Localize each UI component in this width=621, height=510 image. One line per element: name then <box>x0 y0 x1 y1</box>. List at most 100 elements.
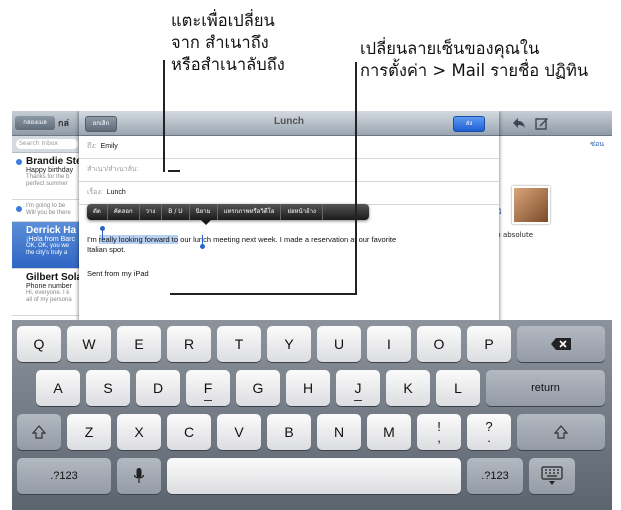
space-bar[interactable] <box>167 458 461 494</box>
key-b[interactable]: B <box>267 414 311 450</box>
key-question-period[interactable]: ? . <box>467 414 511 450</box>
to-label: ถึง: <box>87 143 97 150</box>
menu-cut[interactable]: ตัด <box>87 204 108 220</box>
subject-field[interactable]: เรื่อง: Lunch <box>79 182 499 205</box>
search-input[interactable]: Search Inbox <box>16 139 78 149</box>
menu-copy[interactable]: คัดลอก <box>108 204 140 220</box>
compose-icon[interactable] <box>535 116 549 130</box>
key-z[interactable]: Z <box>67 414 111 450</box>
mailboxes-back-button[interactable]: กล่องเมล <box>15 116 55 130</box>
message-row-selected[interactable]: Derrick Ha ¡Hola from Barc OK, OK, you w… <box>12 222 84 269</box>
callout-line: การตั้งค่า > Mail รายชื่อ ปฏิทิน <box>360 61 589 80</box>
key-exclamation-comma[interactable]: ! , <box>417 414 461 450</box>
message-preview: I'm going to be <box>26 203 66 209</box>
callout-signature: เปลี่ยนลายเซ็นของคุณใน การตั้งค่า > Mail… <box>360 38 588 82</box>
menu-quote-level[interactable]: ย่อหน้าอ้าง <box>281 204 323 220</box>
body-text: our lunch meeting next week. I made a re… <box>178 235 397 244</box>
key-g[interactable]: G <box>236 370 280 406</box>
cc-bcc-field[interactable]: สำเนา/สำเนาลับ: <box>79 159 499 182</box>
edit-menu: ตัด คัดลอก วาง B / U นิยาม แทรกภาพหรือวิ… <box>87 204 369 225</box>
leader-line-recipients <box>163 60 165 172</box>
message-pane: ซ่อน หนี an absolute <box>492 111 612 331</box>
key-p[interactable]: P <box>467 326 511 362</box>
compose-title: Lunch <box>274 116 304 127</box>
menu-insert-media[interactable]: แทรกภาพหรือวิดีโอ <box>218 204 282 220</box>
hide-link[interactable]: ซ่อน <box>590 139 604 150</box>
key-x[interactable]: X <box>117 414 161 450</box>
key-t[interactable]: T <box>217 326 261 362</box>
delete-key[interactable] <box>517 326 605 362</box>
key-bottom-char: . <box>487 430 491 445</box>
menu-define[interactable]: นิยาม <box>190 204 218 220</box>
key-r[interactable]: R <box>167 326 211 362</box>
leader-line-signature-end <box>170 293 357 295</box>
message-subject: ¡Hola from Barc <box>26 236 76 243</box>
return-key[interactable]: return <box>486 370 605 406</box>
key-f[interactable]: F <box>186 370 230 406</box>
selection-end-handle[interactable] <box>200 244 205 249</box>
key-o[interactable]: O <box>417 326 461 362</box>
key-w[interactable]: W <box>67 326 111 362</box>
delete-icon <box>551 338 571 350</box>
key-l[interactable]: L <box>436 370 480 406</box>
key-e[interactable]: E <box>117 326 161 362</box>
message-body[interactable]: I'm really looking forward to our lunch … <box>87 235 487 255</box>
message-subject: Phone number <box>26 283 72 290</box>
key-v[interactable]: V <box>217 414 261 450</box>
key-i[interactable]: I <box>367 326 411 362</box>
key-j-label: J <box>354 380 362 396</box>
body-text: I'm <box>87 235 99 244</box>
callout-line: เปลี่ยนลายเซ็นของคุณใน <box>360 39 540 58</box>
key-n[interactable]: N <box>317 414 361 450</box>
selected-text[interactable]: really looking forward to <box>98 235 179 244</box>
message-sender: Brandie Ste <box>26 156 82 167</box>
key-q[interactable]: Q <box>17 326 61 362</box>
body-text: Italian spot. <box>87 245 126 254</box>
dictation-key[interactable] <box>117 458 161 494</box>
to-field[interactable]: ถึง: Emily <box>79 136 499 159</box>
unread-dot-icon <box>16 159 22 165</box>
message-subject: Happy birthday <box>26 167 74 174</box>
menu-pointer <box>201 220 211 225</box>
message-row[interactable]: Gilbert Sola Phone number Hi, everyone. … <box>12 269 84 316</box>
numbers-key-right[interactable]: .?123 <box>467 458 523 494</box>
shift-icon <box>31 425 47 439</box>
microphone-icon <box>133 468 145 483</box>
keyboard: Q W E R T Y U I O P A S D F G H J K L re… <box>12 320 612 510</box>
send-button[interactable]: ส่ง <box>453 116 485 132</box>
shift-key-right[interactable] <box>517 414 605 450</box>
mailbox-list: กล่องเมล กล่ Search Inbox Brandie Ste Ha… <box>12 111 85 331</box>
signature[interactable]: Sent from my iPad <box>87 269 149 278</box>
key-s[interactable]: S <box>86 370 130 406</box>
key-d[interactable]: D <box>136 370 180 406</box>
message-preview: Will you be there <box>26 210 71 216</box>
key-m[interactable]: M <box>367 414 411 450</box>
menu-format[interactable]: B / U <box>162 204 190 220</box>
message-row[interactable]: I'm going to be Will you be there <box>12 200 84 222</box>
message-preview: OK, OK, you we <box>26 243 70 249</box>
key-c[interactable]: C <box>167 414 211 450</box>
cc-bcc-label: สำเนา/สำเนาลับ: <box>87 166 139 173</box>
ipad-screen: กล่องเมล กล่ Search Inbox Brandie Ste Ha… <box>12 111 612 510</box>
callout-line: จาก สำเนาถึง <box>171 33 269 52</box>
numbers-key-left[interactable]: .?123 <box>17 458 111 494</box>
message-preview: Hi, everyone. I k <box>26 290 70 296</box>
menu-paste[interactable]: วาง <box>140 204 163 220</box>
subject-value: Lunch <box>106 189 126 196</box>
message-row[interactable]: Brandie Ste Happy birthday Thanks for th… <box>12 153 84 200</box>
key-j[interactable]: J <box>336 370 380 406</box>
mailbox-title: กล่ <box>58 118 69 128</box>
hide-keyboard-key[interactable] <box>529 458 575 494</box>
leader-line-recipients-end <box>168 170 180 172</box>
reply-icon[interactable] <box>512 117 526 129</box>
key-k[interactable]: K <box>386 370 430 406</box>
key-y[interactable]: Y <box>267 326 311 362</box>
message-sender: Derrick Ha <box>26 225 77 236</box>
key-h[interactable]: H <box>286 370 330 406</box>
selection-start-handle[interactable] <box>100 226 105 231</box>
key-f-label: F <box>203 380 213 396</box>
shift-key-left[interactable] <box>17 414 61 450</box>
key-bottom-char: , <box>437 430 441 445</box>
key-a[interactable]: A <box>36 370 80 406</box>
key-u[interactable]: U <box>317 326 361 362</box>
